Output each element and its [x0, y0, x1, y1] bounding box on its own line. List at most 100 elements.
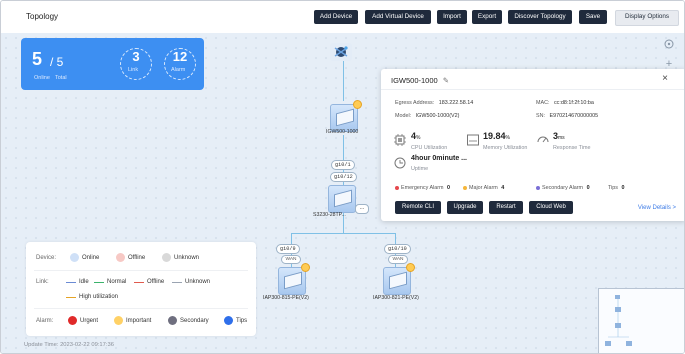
urgent-alarm-icon — [68, 316, 77, 325]
legend-secondary: Secondary — [180, 318, 209, 324]
legend-alarm-label: Alarm: — [36, 318, 54, 324]
alarm-tips-label: Tips — [608, 185, 618, 191]
memory-icon — [466, 133, 480, 149]
egress-value: 183.222.58.14 — [438, 100, 474, 106]
cloud-icon — [334, 46, 348, 57]
alarm-badge — [353, 100, 362, 109]
router-icon — [336, 108, 354, 127]
alarm-tips-count: 0 — [621, 185, 625, 191]
mac-value: cc:d8:1f:2f:10:ba — [553, 100, 594, 106]
unknown-line-icon — [172, 282, 182, 283]
cpu-unit: % — [416, 135, 421, 141]
uptime-icon — [393, 156, 407, 172]
port-label-g12: gi0/12 — [330, 172, 357, 182]
update-time: Update Time: 2023-02-22 09:17:36 — [24, 342, 114, 348]
alarm-emergency: Emergency Alarm 0 — [395, 185, 450, 191]
normal-line-icon — [94, 282, 104, 283]
idle-line-icon — [66, 282, 76, 283]
online-dot-icon — [70, 253, 79, 262]
add-device-button[interactable]: Add Device — [314, 10, 358, 24]
egress-address-row: Egress Address: 183.222.58.14 — [395, 100, 473, 106]
cpu-icon — [393, 133, 407, 149]
display-options-button[interactable]: Display Options — [615, 10, 679, 26]
wan-label-1: WAN — [281, 255, 301, 264]
emergency-dot-icon — [395, 185, 399, 190]
legend-unknown-link: Unknown — [185, 279, 211, 285]
legend-offline-link: Offline — [147, 279, 165, 285]
device-gateway[interactable] — [330, 100, 362, 132]
memory-value: 19.84% — [483, 131, 510, 141]
toolbar: Topology Add Device Add Virtual Device I… — [1, 1, 684, 34]
minimap[interactable] — [598, 288, 684, 353]
device-switch[interactable] — [328, 185, 356, 213]
alarm-emergency-count: 0 — [447, 185, 451, 191]
minimap-thumbnail — [605, 295, 632, 346]
legend-divider — [34, 270, 248, 271]
alarm-emergency-label: Emergency Alarm — [401, 185, 444, 191]
save-button[interactable]: Save — [579, 10, 607, 24]
device-detail-popup: IGW500-1000 ✎ × Egress Address: 183.222.… — [381, 69, 684, 221]
cpu-value: 4% — [411, 131, 420, 141]
cloud-web-button[interactable]: Cloud Web — [529, 201, 573, 214]
high-util-line-icon — [66, 297, 76, 298]
gateway-label: IGW500-1000 — [326, 129, 359, 135]
add-virtual-device-button[interactable]: Add Virtual Device — [365, 10, 431, 24]
total-label: Total — [55, 75, 67, 81]
alarm-major-label: Major Alarm — [469, 185, 498, 191]
legend-panel: Device: Online Offline Unknown Link: Idl… — [26, 242, 256, 336]
restart-button[interactable]: Restart — [489, 201, 523, 214]
export-button[interactable]: Export — [472, 10, 502, 24]
offline-line-icon — [134, 282, 144, 283]
legend-idle: Idle — [79, 279, 89, 285]
alarm-badge — [406, 263, 415, 272]
more-button[interactable]: ... — [355, 204, 369, 214]
total-count: / 5 — [50, 55, 64, 69]
response-time-icon — [536, 133, 550, 149]
discover-topology-button[interactable]: Discover Topology — [508, 10, 572, 24]
ap1-label: IAP300-815-PE(V2) — [263, 295, 309, 301]
upgrade-button[interactable]: Upgrade — [447, 201, 483, 214]
memory-number: 19.84 — [483, 131, 506, 141]
legend-important: Important — [126, 318, 152, 324]
memory-unit: % — [505, 135, 510, 141]
offline-dot-icon — [116, 253, 125, 262]
uptime-label: Uptime — [411, 166, 429, 172]
wan-label-2: WAN — [388, 255, 408, 264]
egress-label: Egress Address: — [395, 100, 435, 106]
topology-window: Topology Add Device Add Virtual Device I… — [0, 0, 685, 354]
alarm-secondary-label: Secondary Alarm — [542, 185, 584, 191]
legend-device-label: Device: — [36, 255, 57, 261]
access-point-icon — [389, 271, 407, 290]
alarm-major: Major Alarm 4 — [463, 185, 504, 191]
ap2-label: IAP300-821-PE(V2) — [373, 295, 419, 301]
mac-label: MAC: — [536, 100, 550, 106]
port-label-g9: gi0/9 — [276, 244, 300, 254]
uptime-value: 4hour 0minute ... — [411, 155, 468, 162]
remote-cli-button[interactable]: Remote CLI — [395, 201, 441, 214]
device-ap1[interactable] — [278, 263, 310, 295]
port-label-g10: gi0/10 — [384, 244, 411, 254]
cloud-node[interactable] — [330, 43, 352, 61]
locate-icon[interactable] — [662, 38, 676, 52]
alarm-badge — [301, 263, 310, 272]
legend-link-label: Link: — [36, 279, 49, 285]
response-value: 3ms — [553, 131, 565, 141]
close-icon[interactable]: × — [662, 73, 668, 84]
unknown-dot-icon — [162, 253, 171, 262]
edit-icon[interactable]: ✎ — [443, 76, 449, 85]
view-details-link[interactable]: View Details > — [638, 205, 676, 211]
switch-label: S3230-28TP... — [313, 212, 346, 218]
sn-label: SN: — [536, 113, 545, 119]
alarm-major-count: 4 — [501, 185, 505, 191]
import-button[interactable]: Import — [437, 10, 467, 24]
model-value: IGW500-1000(V2) — [415, 113, 460, 119]
legend-offline: Offline — [128, 255, 146, 261]
device-ap2[interactable] — [383, 263, 415, 295]
memory-label: Memory Utilization — [483, 145, 528, 151]
link-count: 3 — [132, 49, 140, 64]
link-cloud-gateway — [343, 61, 344, 101]
switch-icon — [334, 189, 352, 208]
legend-urgent: Urgent — [80, 318, 99, 324]
summary-card: 5 / 5 Online Total 3 Link 12 Alarm — [21, 38, 204, 90]
alarm-count: 12 — [172, 49, 188, 64]
